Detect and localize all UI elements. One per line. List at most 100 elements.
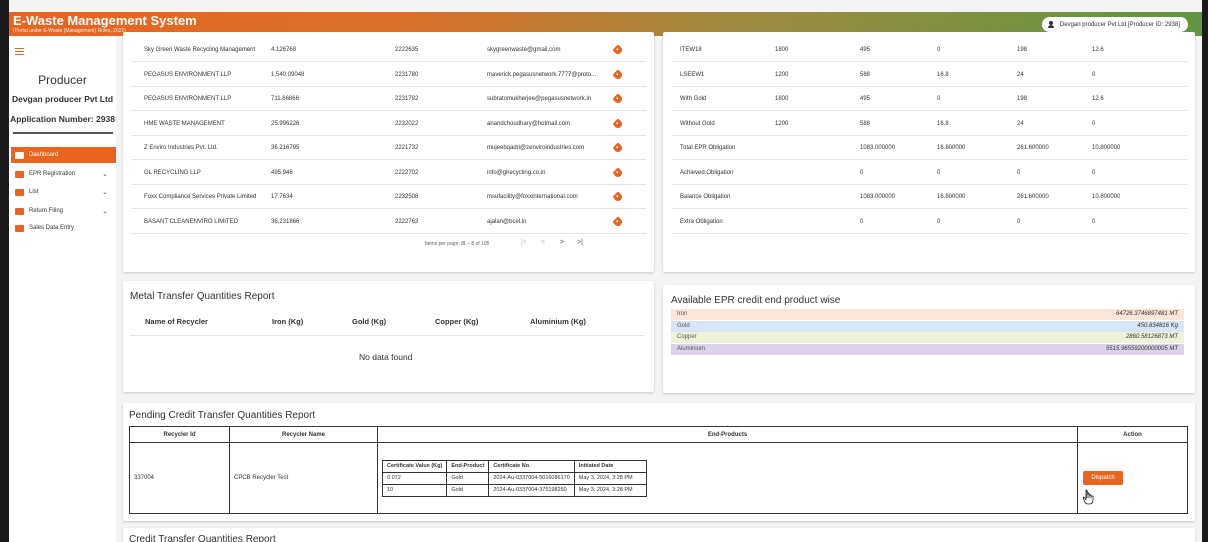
recycler-quantity: 36.231866 — [271, 218, 300, 225]
obligation-value: 495 — [860, 96, 871, 102]
chevron-down-icon: ⌄ — [102, 171, 108, 178]
obligation-value: 0 — [937, 47, 941, 53]
recycler-name: GL RECYCLING LLP — [144, 169, 201, 176]
epr-credit-value: 2860.58126873 MT — [1125, 334, 1178, 340]
recycler-email: anandchoudhary@hotmail.com — [487, 120, 571, 127]
sidebar-item-return-filing[interactable]: Return Filing ⌄ — [11, 203, 116, 219]
recycler-email: skygreenwaste@gmail.com — [487, 47, 561, 53]
obligation-value: 588 — [860, 71, 871, 78]
chevron-down-icon: ⌄ — [102, 189, 108, 196]
end-products-table: Certificate Value (Kg) End-Product Certi… — [381, 459, 647, 497]
table-row: 0.072 Gold 2024-Au-0337004-5016086170 Ma… — [381, 471, 647, 485]
sidebar-divider — [13, 132, 113, 134]
user-label: Devgan producer Pvt Ltd [Producer ID: 29… — [1059, 21, 1180, 28]
first-page-icon[interactable]: |< — [521, 239, 527, 246]
obligation-value: 0 — [1092, 218, 1096, 225]
next-page-icon[interactable]: > — [560, 239, 564, 246]
recycler-name: Z Enviro Industries Pvt. Ltd. — [144, 145, 218, 151]
epr-credit-material: Iron — [677, 311, 688, 317]
table-row: 10 Gold 2024-Au-0337004-375198250 May 3,… — [381, 483, 647, 497]
obligation-value: 0 — [1092, 71, 1096, 78]
obligation-label: Extra Obligation — [680, 218, 723, 225]
recycler-id: 2222763 — [395, 218, 419, 225]
sidebar-item-list[interactable]: List ⌄ — [11, 184, 116, 200]
col-recycler-id: Recycler Id — [129, 426, 230, 443]
obligation-label: Balance Obligation — [680, 194, 731, 200]
header-divider — [130, 335, 645, 336]
items-per-page[interactable]: Items per page: 8 — [425, 241, 464, 247]
epr-credit-row: Copper 2860.58126873 MT — [671, 332, 1184, 343]
menu-icon[interactable] — [15, 48, 24, 55]
obligation-value: 0 — [937, 96, 941, 102]
recycler-quantity: 25.996226 — [271, 120, 300, 127]
credit-transfer-title: Credit Transfer Quantities Report — [129, 534, 276, 542]
pending-transfer-table: Recycler Id Recycler Name End-Products A… — [129, 426, 1188, 514]
recycler-name: CPCB Recycler Test — [229, 442, 378, 514]
col-aluminium: Aluminium (Kg) — [530, 317, 586, 326]
chevron-down-icon: ⌄ — [102, 208, 108, 215]
row-divider — [672, 61, 1187, 62]
recycler-id: 2231780 — [395, 71, 419, 78]
epr-credit-row: Aluminium 5515.96559200000005 MT — [671, 343, 1184, 355]
obligation-value: 12.6 — [1092, 47, 1104, 53]
recycler-quantity: 4.126768 — [271, 47, 297, 53]
epr-credit-value: 5515.96559200000005 MT — [1105, 345, 1178, 352]
obligation-value: 10.800000 — [1092, 194, 1121, 200]
company-name: Devgan producer Pvt Ltd — [11, 94, 114, 104]
epr-credit-value: 450.834816 Kg — [1137, 322, 1178, 329]
obligation-value: 198 — [1017, 96, 1028, 102]
sidebar: Producer Devgan producer Pvt Ltd Applica… — [9, 36, 116, 542]
obligation-label: Achieved Obligation — [680, 169, 734, 176]
col-action: Action — [1077, 426, 1188, 443]
obligation-value: 24 — [1017, 71, 1024, 78]
epr-credit-row: Iron 64726.3746897481 MT — [671, 309, 1184, 320]
sidebar-item-epr-registration[interactable]: EPR Registration ⌄ — [11, 166, 116, 182]
recycler-name: PEGASUS ENVIRONMENT LLP — [144, 96, 232, 102]
obligation-value: 24 — [1017, 120, 1024, 127]
initiated-date: May 3, 2024, 3:28 PM — [573, 483, 647, 497]
dispatch-button[interactable]: Dispatch — [1083, 471, 1123, 485]
recycler-email: subratomukherjee@pegasusnetwork.in — [487, 96, 592, 102]
sidebar-item-label: Dashboard — [29, 152, 59, 158]
certificate-value: 10 — [381, 483, 448, 497]
pending-transfer-title: Pending Credit Transfer Quantities Repor… — [129, 410, 316, 421]
col-certificate-value: Certificate Value (Kg) — [381, 459, 448, 473]
window-frame-right — [1202, 0, 1208, 542]
col-copper: Copper (Kg) — [435, 317, 479, 326]
obligation-value: 0 — [860, 218, 864, 225]
obligation-table-card — [663, 32, 1195, 272]
recycler-quantity: 495.946 — [271, 169, 293, 176]
recycler-name: BASANT CLEANENVIRO LIMITED — [144, 218, 238, 225]
page-range: 1 – 8 of 105 — [463, 241, 490, 247]
obligation-value: 1200 — [775, 71, 789, 78]
obligation-value: 1200 — [775, 120, 789, 127]
sidebar-item-label: Return Filing — [29, 208, 64, 214]
recycler-id: 2232022 — [395, 120, 419, 127]
recycler-name: PEGASUS ENVIRONMENT LLP — [144, 71, 232, 78]
recycler-id: 2221732 — [395, 145, 419, 151]
sidebar-item-label: List — [29, 189, 39, 195]
sidebar-item-dashboard[interactable]: Dashboard — [11, 147, 116, 163]
row-divider — [672, 183, 1187, 185]
row-divider — [131, 232, 646, 234]
prev-page-icon[interactable]: < — [541, 239, 545, 246]
obligation-value: 0 — [1017, 218, 1021, 225]
user-menu[interactable]: Devgan producer Pvt Ltd [Producer ID: 29… — [1041, 17, 1188, 32]
obligation-label: With Gold — [680, 96, 707, 102]
person-icon — [1047, 21, 1054, 28]
row-divider — [672, 134, 1187, 136]
last-page-icon[interactable]: >| — [577, 239, 583, 246]
obligation-value: 1800 — [775, 96, 789, 102]
obligation-value: 0 — [1092, 169, 1096, 176]
hand-cursor-icon — [1083, 489, 1094, 505]
recycler-table-card — [123, 32, 654, 272]
folder-icon — [15, 188, 24, 196]
obligation-label: Total EPR Obligation — [680, 145, 736, 151]
obligation-value: 1800 — [775, 47, 789, 53]
obligation-value: 0 — [1017, 169, 1021, 176]
sidebar-item-sales-data-entry[interactable]: Sales Data Entry — [11, 220, 116, 236]
col-name-of-recycler: Name of Recycler — [145, 317, 208, 326]
recycler-name: Foxx Compliance Services Private Limited — [144, 194, 257, 200]
sidebar-item-label: Sales Data Entry — [29, 225, 75, 231]
epr-credit-row: Gold 450.834816 Kg — [671, 320, 1184, 332]
